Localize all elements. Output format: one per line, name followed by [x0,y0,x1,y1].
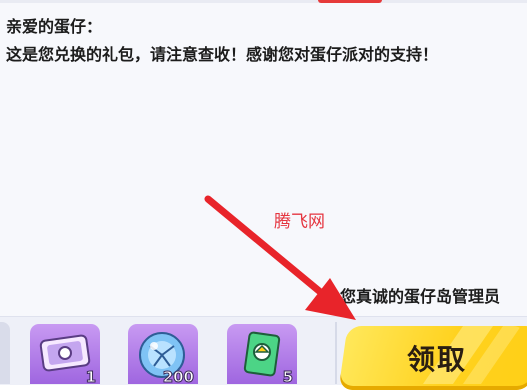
watermark: 腾飞网 [274,212,325,232]
reward-divider [335,322,337,384]
top-red-mark [318,0,382,3]
claim-button-label: 领取 [407,343,468,376]
reward-item-partial[interactable] [0,322,10,384]
reward-count: 200 [162,368,194,385]
reward-count: 5 [282,368,293,385]
mail-body: 这是您兑换的礼包，请注意查收！感谢您对蛋仔派对的支持！ [6,45,439,64]
mail-greeting: 亲爱的蛋仔： [6,17,103,36]
reward-item-ticket[interactable]: 1 [30,324,100,384]
mail-panel: 亲爱的蛋仔： 这是您兑换的礼包，请注意查收！感谢您对蛋仔派对的支持！ 腾飞网 您… [0,0,527,316]
mail-top-strip [0,0,527,3]
reward-count: 1 [85,368,96,385]
mail-signature: 您真诚的蛋仔岛管理员 [340,287,501,306]
reward-item-card[interactable]: 5 [227,324,297,384]
reward-item-orb[interactable]: 200 [128,324,198,384]
